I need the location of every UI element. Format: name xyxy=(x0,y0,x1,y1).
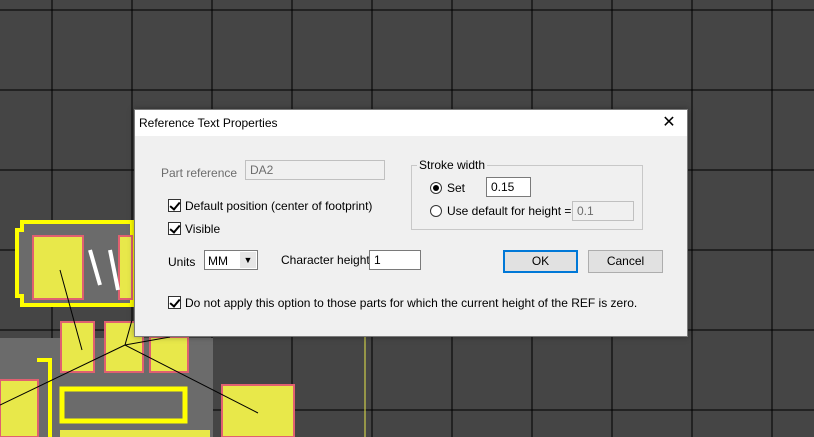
stroke-use-default-radio[interactable] xyxy=(430,205,442,217)
stroke-default-field: 0.1 xyxy=(572,201,634,221)
units-value: MM xyxy=(208,254,228,268)
dialog-title: Reference Text Properties xyxy=(139,116,278,130)
pad xyxy=(0,379,39,437)
pad xyxy=(149,336,189,373)
stroke-set-radio[interactable] xyxy=(430,182,442,194)
close-icon[interactable]: ✕ xyxy=(651,110,687,136)
visible-checkbox[interactable] xyxy=(168,222,181,235)
pad xyxy=(60,321,95,373)
reference-text-properties-dialog: Reference Text Properties ✕ Part referen… xyxy=(134,109,688,337)
zero-height-checkbox[interactable] xyxy=(168,296,181,309)
default-position-label[interactable]: Default position (center of footprint) xyxy=(185,199,372,213)
part-reference-field: DA2 xyxy=(245,160,385,180)
part-reference-label: Part reference xyxy=(161,166,238,180)
pad xyxy=(221,384,295,437)
silkscreen-body xyxy=(59,386,188,424)
character-height-label: Character height xyxy=(281,253,370,267)
character-height-input[interactable]: 1 xyxy=(369,250,421,270)
pad-inner xyxy=(37,240,79,295)
stroke-set-label[interactable]: Set xyxy=(447,181,465,195)
pad xyxy=(60,430,210,437)
stroke-width-group-title: Stroke width xyxy=(417,158,488,172)
stroke-use-default-label[interactable]: Use default for height = xyxy=(447,204,571,218)
units-label: Units xyxy=(168,255,196,269)
cancel-button[interactable]: Cancel xyxy=(588,250,663,273)
default-position-checkbox[interactable] xyxy=(168,199,181,212)
ok-button[interactable]: OK xyxy=(503,250,578,273)
visible-label[interactable]: Visible xyxy=(185,222,220,236)
units-select[interactable]: MM ▼ xyxy=(204,250,258,270)
title-bar[interactable]: Reference Text Properties ✕ xyxy=(135,110,687,136)
chevron-down-icon[interactable]: ▼ xyxy=(240,252,256,268)
stroke-set-input[interactable]: 0.15 xyxy=(486,177,531,197)
zero-height-label[interactable]: Do not apply this option to those parts … xyxy=(185,296,637,310)
pad xyxy=(118,235,133,300)
